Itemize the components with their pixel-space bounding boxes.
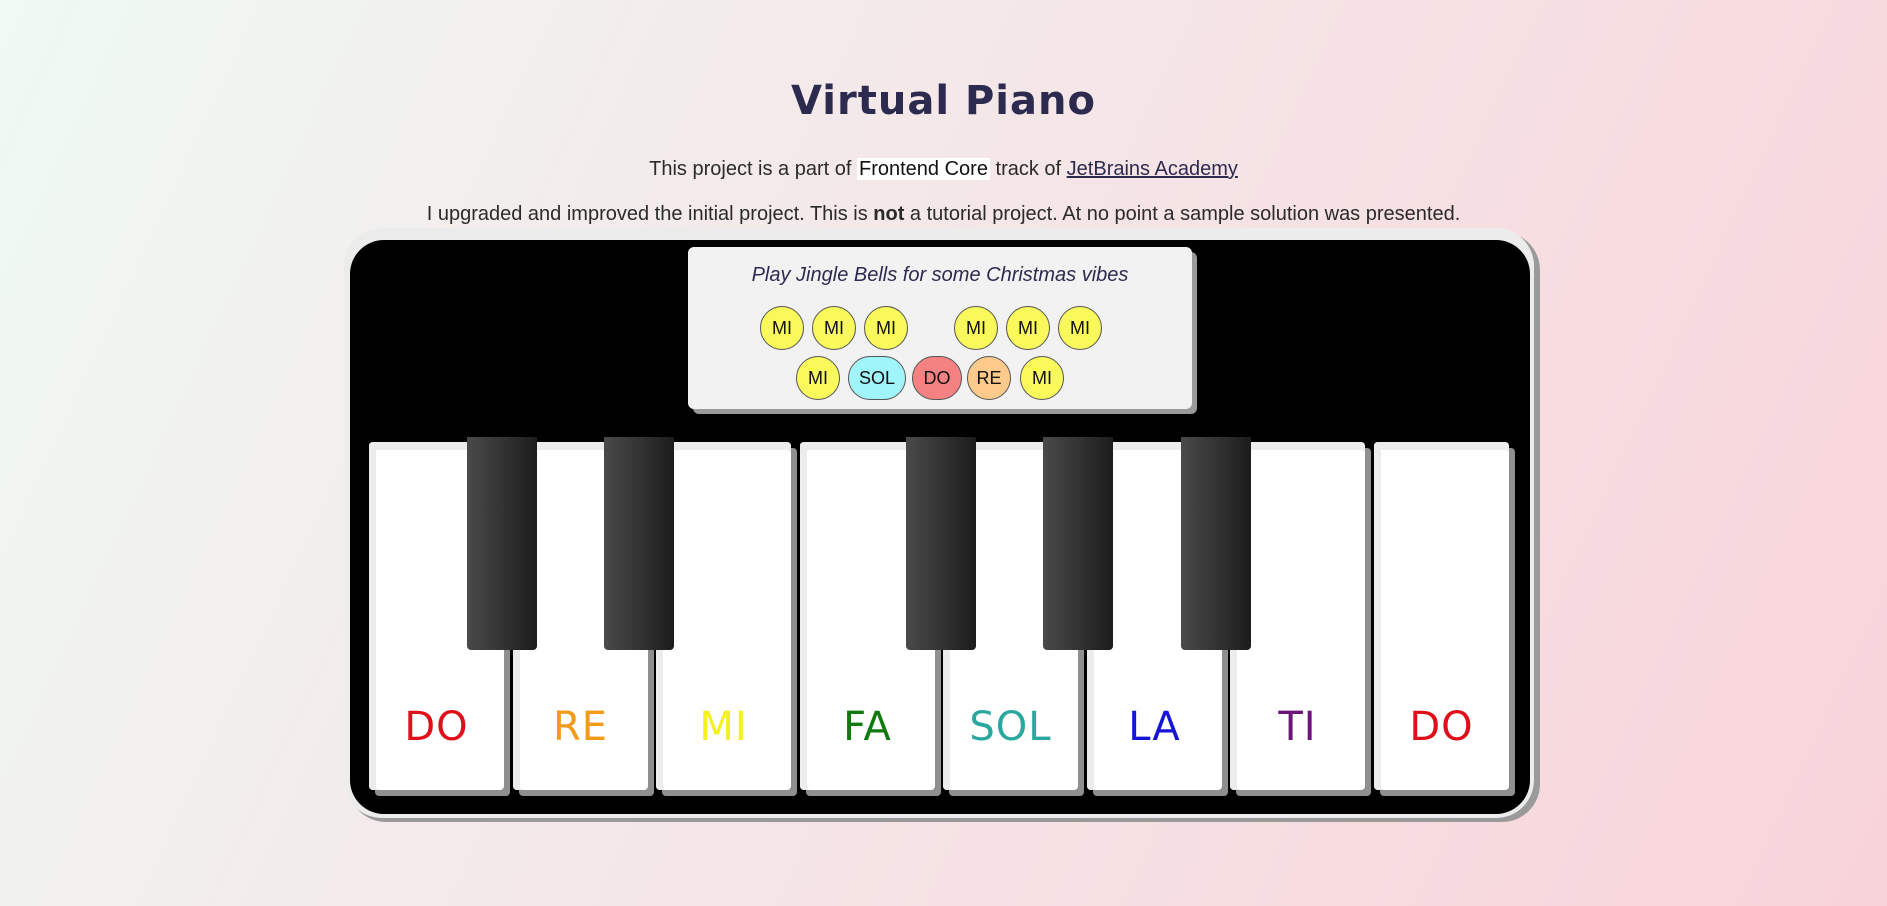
disclaimer-suffix: a tutorial project. At no point a sample… xyxy=(904,203,1461,225)
song-note: MI xyxy=(1020,356,1064,400)
white-key-label: LA xyxy=(1128,704,1181,750)
white-key-mi[interactable]: MI xyxy=(656,442,791,790)
white-key-label: RE xyxy=(552,704,609,750)
song-hint-panel: Play Jingle Bells for some Christmas vib… xyxy=(688,247,1192,409)
white-key-label: DO xyxy=(404,704,469,750)
song-note: RE xyxy=(967,356,1011,400)
song-note: MI xyxy=(1006,306,1050,350)
song-note: MI xyxy=(1058,306,1102,350)
black-key[interactable] xyxy=(604,437,674,650)
intro-line: This project is a part of Frontend Core … xyxy=(0,158,1887,181)
white-key-label: DO xyxy=(1409,704,1474,750)
song-note: SOL xyxy=(848,356,906,400)
intro-prefix: This project is a part of xyxy=(649,158,857,180)
white-key-label: MI xyxy=(699,704,748,750)
white-key-label: SOL xyxy=(969,704,1052,750)
song-note: MI xyxy=(812,306,856,350)
black-key[interactable] xyxy=(906,437,976,650)
track-chip: Frontend Core xyxy=(857,158,990,180)
disclaimer-bold: not xyxy=(873,203,905,225)
black-key[interactable] xyxy=(1043,437,1113,650)
disclaimer-prefix: I upgraded and improved the initial proj… xyxy=(426,203,874,225)
song-note: DO xyxy=(912,356,962,400)
black-key[interactable] xyxy=(467,437,537,650)
song-note: MI xyxy=(864,306,908,350)
song-note: MI xyxy=(796,356,840,400)
intro-middle: track of xyxy=(989,158,1067,180)
song-hint-text: Play Jingle Bells for some Christmas vib… xyxy=(751,264,1129,286)
black-key[interactable] xyxy=(1181,437,1251,650)
song-note: MI xyxy=(760,306,804,350)
song-note: MI xyxy=(954,306,998,350)
disclaimer-line: I upgraded and improved the initial proj… xyxy=(0,203,1887,226)
page-title: Virtual Piano xyxy=(791,78,1096,124)
jetbrains-academy-link[interactable]: JetBrains Academy xyxy=(1067,158,1238,180)
white-key-label: TI xyxy=(1278,704,1317,750)
white-key-label: FA xyxy=(843,704,892,750)
white-key-do[interactable]: DO xyxy=(1374,442,1509,790)
